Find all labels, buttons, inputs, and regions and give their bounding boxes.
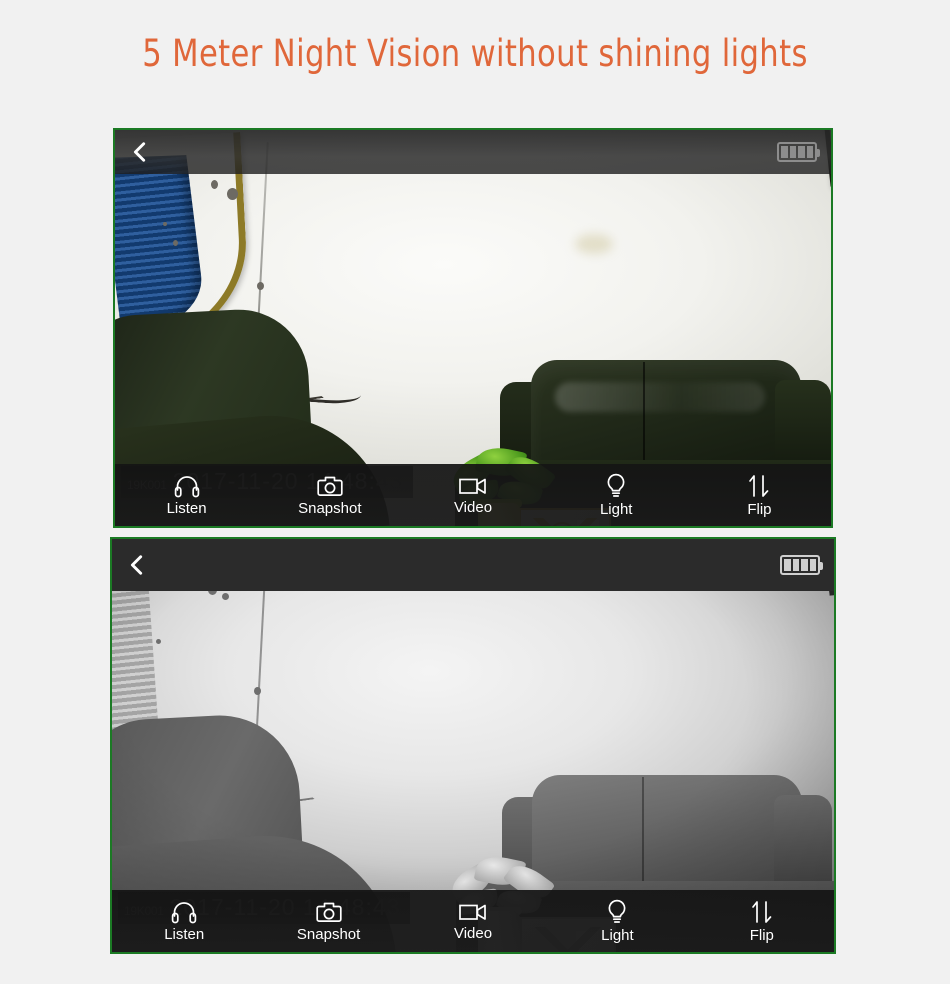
battery-cell <box>781 146 788 158</box>
toolbar-button-light-day[interactable]: Light <box>545 464 688 526</box>
wall-mark <box>163 222 167 226</box>
sofa-backrest <box>531 360 801 472</box>
toolbar-label: Flip <box>749 926 774 944</box>
battery-cell <box>789 146 796 158</box>
page-title: 5 Meter Night Vision without shining lig… <box>142 32 808 75</box>
camera-toolbar-night: Listen Snapshot Video Light Flip <box>112 890 834 952</box>
toolbar-label: Listen <box>164 925 205 943</box>
toolbar-button-video-night[interactable]: Video <box>401 890 545 952</box>
toolbar-label: Video <box>453 924 493 942</box>
toolbar-label: Snapshot <box>296 925 361 943</box>
viewer-topbar-night <box>112 539 834 591</box>
flip-arrows-icon <box>749 474 769 497</box>
toolbar-label: Flip <box>747 500 772 518</box>
wall-mark <box>173 240 178 246</box>
toolbar-label: Video <box>453 498 493 516</box>
back-button-day[interactable] <box>129 141 151 163</box>
chevron-left-icon <box>130 555 143 575</box>
toolbar-button-video-day[interactable]: Video <box>401 464 544 526</box>
battery-cell <box>792 559 799 571</box>
camera-viewer-day: 19K001 2017-11-20 14:48:43 Listen Snapsh… <box>113 128 833 528</box>
toolbar-label: Light <box>599 500 633 518</box>
toolbar-button-snapshot-day[interactable]: Snapshot <box>258 464 401 526</box>
headphones-icon <box>174 475 199 497</box>
camera-icon <box>315 902 342 922</box>
battery-icon <box>780 555 823 575</box>
toolbar-button-snapshot-night[interactable]: Snapshot <box>256 890 400 952</box>
battery-cell <box>809 559 816 571</box>
chevron-left-icon <box>133 142 146 162</box>
wall-stain <box>575 234 613 254</box>
battery-cell <box>806 146 813 158</box>
lightbulb-icon <box>607 473 625 497</box>
battery-cell <box>784 559 791 571</box>
toolbar-button-light-night[interactable]: Light <box>545 890 689 952</box>
toolbar-button-flip-night[interactable]: Flip <box>690 890 834 952</box>
back-button-night[interactable] <box>126 554 148 576</box>
viewer-topbar-day <box>115 130 831 174</box>
battery-cell <box>798 146 805 158</box>
toolbar-button-listen-day[interactable]: Listen <box>115 464 258 526</box>
toolbar-button-flip-day[interactable]: Flip <box>688 464 831 526</box>
toolbar-label: Snapshot <box>298 499 362 517</box>
battery-icon <box>777 142 820 162</box>
camcorder-icon <box>459 478 486 494</box>
camcorder-icon <box>459 904 486 920</box>
lightbulb-icon <box>608 899 626 923</box>
sofa-highlight <box>555 382 765 412</box>
headphones-icon <box>171 901 197 923</box>
camera-icon <box>317 476 343 496</box>
toolbar-button-listen-night[interactable]: Listen <box>112 890 256 952</box>
wall-mark <box>257 282 264 290</box>
flip-arrows-icon <box>751 900 772 923</box>
sofa-crease <box>643 362 645 462</box>
toolbar-label: Light <box>601 926 634 944</box>
wall-mark <box>227 188 238 200</box>
camera-toolbar-day: Listen Snapshot Video Light Flip <box>115 464 831 526</box>
camera-viewer-night: 19K001 2017-11-20 14:48:43 Listen Snapsh… <box>110 537 836 954</box>
wall-mark <box>211 180 218 189</box>
battery-cell <box>801 559 808 571</box>
toolbar-label: Listen <box>166 499 207 517</box>
